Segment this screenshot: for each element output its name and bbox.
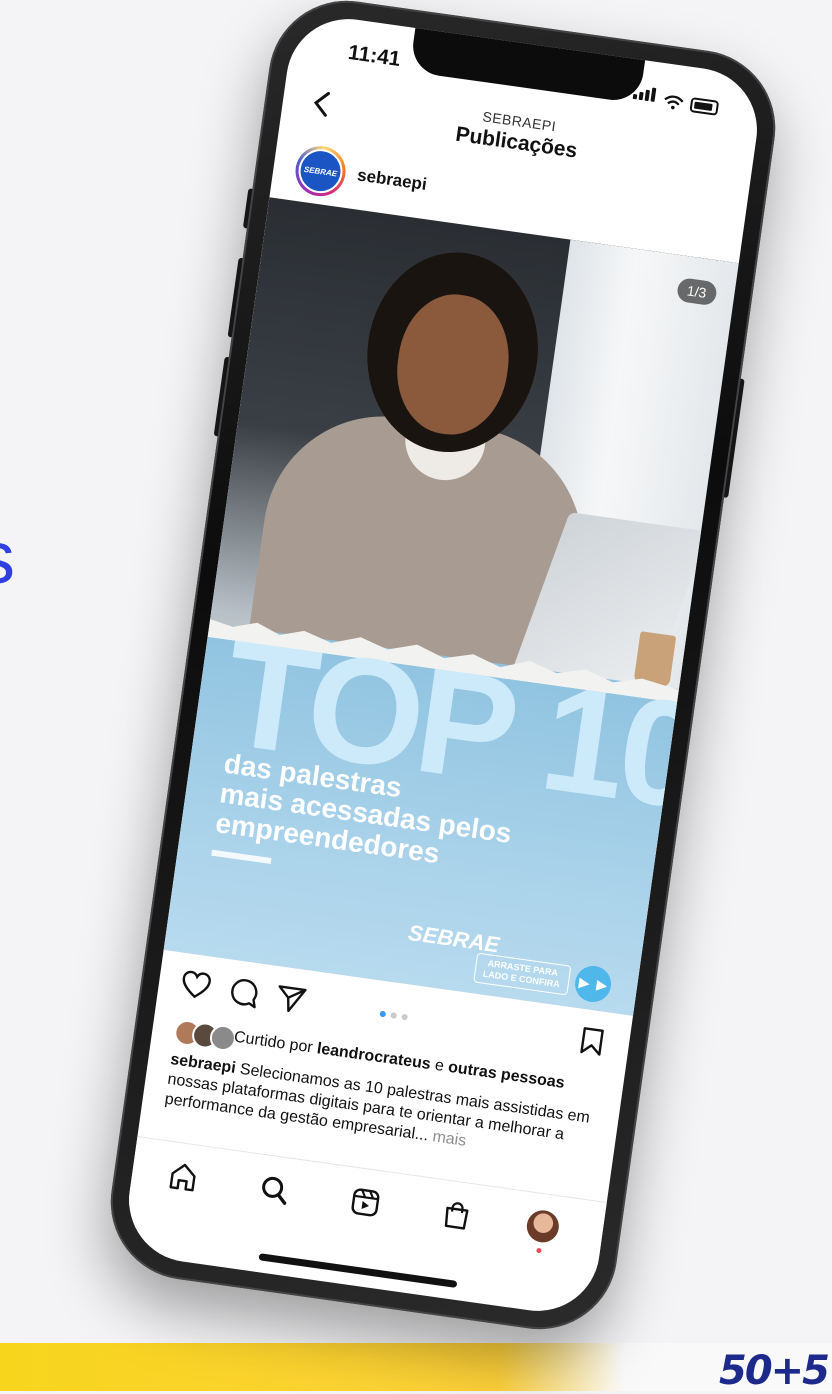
- status-time: 11:41: [346, 40, 402, 72]
- avatar[interactable]: SEBRAE: [292, 142, 349, 200]
- liker-username[interactable]: leandrocrateus: [316, 1040, 432, 1073]
- post-username[interactable]: sebraepi: [356, 165, 428, 195]
- wifi-icon: [664, 95, 684, 110]
- status-icons: [632, 85, 720, 116]
- home-indicator[interactable]: [258, 1253, 458, 1288]
- likes-connector: e: [433, 1056, 445, 1075]
- background-side-text: s: [0, 515, 16, 600]
- shop-icon[interactable]: [440, 1198, 474, 1232]
- phone-mockup: 11:41 SEBRAEPI Publicações SEBRAE sebrae…: [100, 0, 786, 1340]
- likes-others-link[interactable]: outras pessoas: [447, 1059, 566, 1092]
- notification-dot: [536, 1247, 542, 1254]
- phone-frame: 11:41 SEBRAEPI Publicações SEBRAE sebrae…: [100, 0, 786, 1340]
- carousel-dots: [379, 1010, 409, 1021]
- home-icon[interactable]: [166, 1160, 200, 1194]
- sebrae-logo-avatar: SEBRAE: [297, 148, 344, 194]
- search-icon[interactable]: [257, 1173, 291, 1207]
- caption-more-link[interactable]: mais: [431, 1128, 467, 1150]
- carousel-dot: [390, 1012, 398, 1019]
- heart-icon[interactable]: [179, 969, 213, 1003]
- reels-icon[interactable]: [349, 1185, 383, 1219]
- fast-forward-icon: ►►: [572, 963, 614, 1005]
- likes-prefix: Curtido por: [233, 1028, 314, 1057]
- bookmark-icon[interactable]: [575, 1024, 609, 1058]
- brand-mark-logo: 50+5: [718, 1348, 830, 1394]
- share-icon[interactable]: [274, 982, 308, 1016]
- carousel-dot: [401, 1013, 409, 1021]
- profile-avatar[interactable]: [524, 1208, 561, 1245]
- liker-avatars: [172, 1018, 238, 1053]
- carousel-dot-active: [379, 1010, 387, 1018]
- phone-screen: 11:41 SEBRAEPI Publicações SEBRAE sebrae…: [121, 11, 765, 1319]
- battery-icon: [689, 97, 720, 116]
- avatar-inner: SEBRAE: [295, 146, 346, 196]
- background-yellow-strip: [0, 1343, 832, 1391]
- post-image[interactable]: ... 1/3 TOP 10 das palestras mais acessa…: [163, 197, 739, 1016]
- comment-icon[interactable]: [227, 975, 261, 1009]
